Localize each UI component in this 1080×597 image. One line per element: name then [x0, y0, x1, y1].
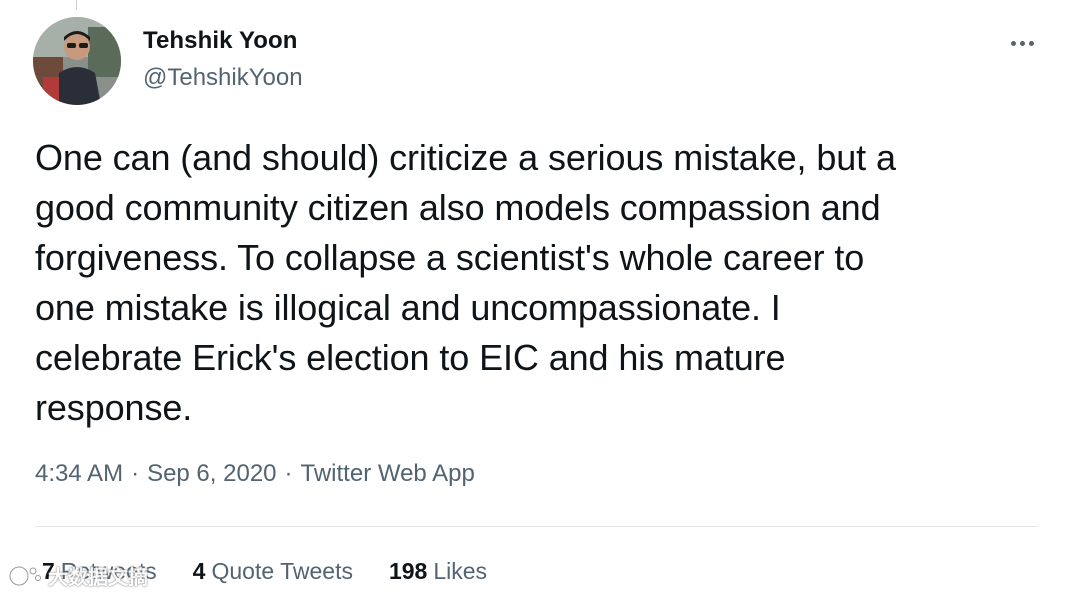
watermark-logo-icon [8, 565, 41, 586]
author-avatar[interactable] [33, 17, 121, 105]
divider [35, 526, 1038, 527]
tweet-time-link[interactable]: 4:34 AM [35, 460, 123, 487]
quote-tweets-label: Quote Tweets [211, 558, 353, 584]
likes-count: 198 [388, 558, 428, 584]
author-handle[interactable]: @TehshikYoon [143, 64, 303, 92]
author-name[interactable]: Tehshik Yoon [143, 27, 298, 55]
tweet-date-link[interactable]: Sep 6, 2020 [147, 460, 276, 487]
tweet-text: One can (and should) criticize a serious… [35, 137, 896, 428]
meta-separator: · [131, 460, 140, 487]
tweet-source-link[interactable]: Twitter Web App [301, 460, 475, 487]
meta-separator: · [284, 460, 293, 487]
tweet-meta: 4:34 AM · Sep 6, 2020 · Twitter Web App [35, 460, 475, 488]
quote-tweets-count: 4 [192, 558, 206, 584]
watermark: 大数据文摘 [8, 561, 148, 590]
quote-tweets-stat[interactable]: 4 Quote Tweets [193, 558, 353, 585]
more-options-button[interactable] [1000, 28, 1044, 58]
tweet-card: Tehshik Yoon @TehshikYoon One can (and s… [0, 0, 1080, 597]
watermark-text: 大数据文摘 [48, 567, 148, 589]
more-horizontal-icon [1019, 40, 1025, 46]
user-avatar-icon [33, 17, 121, 105]
more-horizontal-icon [1010, 40, 1016, 46]
likes-label: Likes [433, 558, 488, 584]
more-horizontal-icon [1028, 40, 1034, 46]
thread-connector-line [76, 0, 77, 10]
likes-stat[interactable]: 198 Likes [389, 558, 487, 585]
